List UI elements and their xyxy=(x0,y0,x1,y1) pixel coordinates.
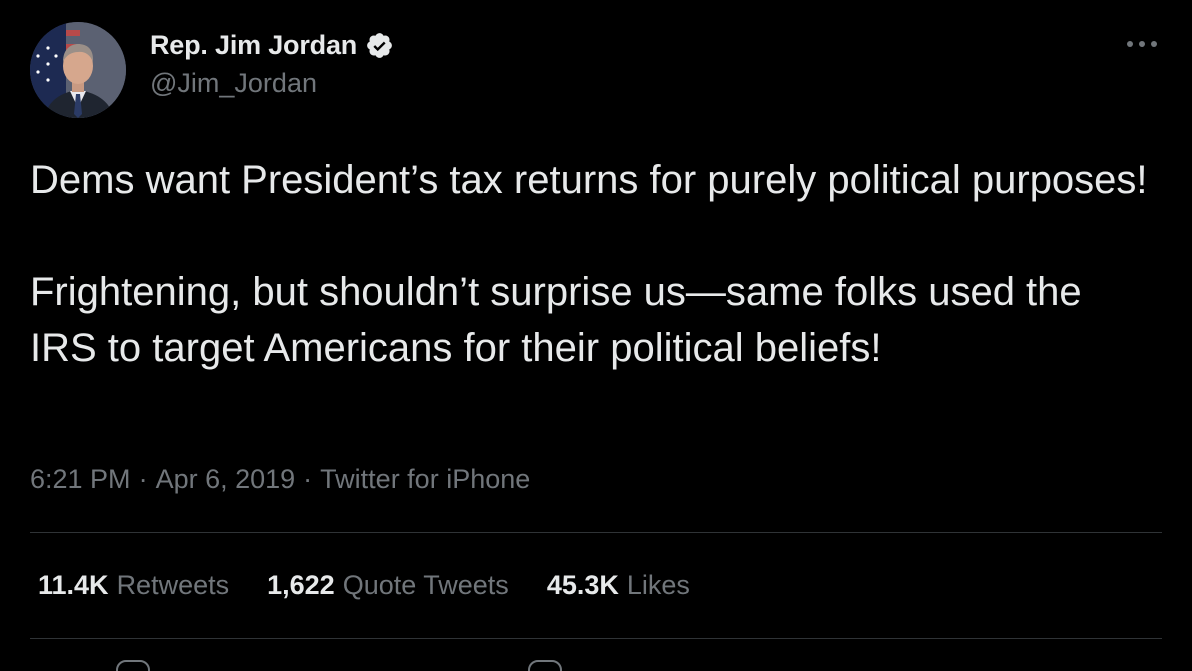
tweet-paragraph: Frightening, but shouldn’t surprise us—s… xyxy=(30,270,1082,370)
retweets-label: Retweets xyxy=(116,570,230,600)
tweet-text: Dems want President’s tax returns for pu… xyxy=(30,152,1150,376)
more-horizontal-icon xyxy=(1127,41,1157,47)
divider xyxy=(30,532,1162,533)
like-icon[interactable] xyxy=(528,660,562,671)
tweet-time[interactable]: 6:21 PM xyxy=(30,464,131,494)
avatar[interactable] xyxy=(30,22,126,118)
tweet-stats: 11.4K Retweets 1,622 Quote Tweets 45.3K Lik… xyxy=(38,570,728,601)
tweet-source-link[interactable]: Twitter for iPhone xyxy=(320,464,530,494)
verified-badge-icon xyxy=(365,31,394,60)
meta-separator: · xyxy=(303,464,313,494)
quote-tweets-stat[interactable]: 1,622 Quote Tweets xyxy=(267,570,509,601)
likes-label: Likes xyxy=(626,570,690,600)
tweet-date[interactable]: Apr 6, 2019 xyxy=(156,464,296,494)
avatar-image xyxy=(30,22,126,118)
quote-tweets-count: 1,622 xyxy=(267,570,335,600)
tweet-meta: 6:21 PM · Apr 6, 2019 · Twitter for iPhone xyxy=(30,464,530,495)
tweet-paragraph: Dems want President’s tax returns for pu… xyxy=(30,158,1148,202)
divider xyxy=(30,638,1162,639)
retweets-count: 11.4K xyxy=(38,570,109,600)
meta-separator: · xyxy=(138,464,148,494)
quote-tweets-label: Quote Tweets xyxy=(342,570,509,600)
more-options-button[interactable] xyxy=(1124,32,1160,56)
author-display-name[interactable]: Rep. Jim Jordan xyxy=(150,30,357,61)
likes-stat[interactable]: 45.3K Likes xyxy=(547,570,690,601)
reply-icon[interactable] xyxy=(116,660,150,671)
likes-count: 45.3K xyxy=(546,570,619,600)
author-handle[interactable]: @Jim_Jordan xyxy=(150,68,317,99)
author-name-row[interactable]: Rep. Jim Jordan xyxy=(150,28,394,62)
retweets-stat[interactable]: 11.4K Retweets xyxy=(38,570,229,601)
